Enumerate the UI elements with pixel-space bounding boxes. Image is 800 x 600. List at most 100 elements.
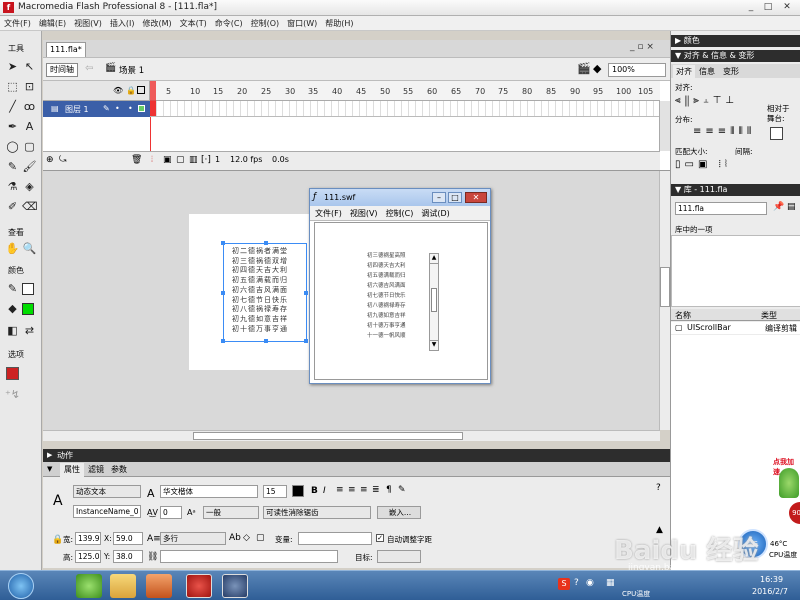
edit-format-icon[interactable]: ✎ xyxy=(398,485,406,495)
stroke-color-swatch[interactable] xyxy=(22,283,34,295)
font-size-input[interactable]: 15 xyxy=(263,485,287,498)
embed-button[interactable]: 嵌入... xyxy=(377,506,421,519)
menu-commands[interactable]: 命令(C) xyxy=(211,16,247,29)
layer-lock-dot[interactable]: • xyxy=(128,104,133,113)
fill-color-icon[interactable]: ◆ xyxy=(5,301,20,316)
close-button[interactable]: ✕ xyxy=(780,1,794,13)
lasso-tool-icon[interactable]: ꝏ xyxy=(22,99,37,114)
document-tab[interactable]: 111.fla* xyxy=(46,42,86,57)
target-select[interactable] xyxy=(377,550,421,563)
swf-menu-view[interactable]: 视图(V) xyxy=(345,209,381,218)
center-frame-icon[interactable]: ⦙ xyxy=(151,155,153,165)
timeline-vscroll[interactable] xyxy=(659,101,670,151)
line-type-select[interactable]: 多行 xyxy=(160,532,226,545)
italic-button[interactable]: I xyxy=(323,486,326,496)
font-family-select[interactable]: 华文楷体 xyxy=(160,485,258,498)
library-panel-header[interactable]: ▼ 库 - 111.fla xyxy=(671,184,800,196)
onion-outline-icon[interactable]: ▢ xyxy=(176,155,185,165)
bold-button[interactable]: B xyxy=(311,486,318,496)
swf-preview-window[interactable]: 111.swf ƒ – □ ✕ 文件(F) 视图(V) 控制(C) 调试(D) 初三德… xyxy=(309,188,491,384)
resize-handle[interactable] xyxy=(221,339,225,343)
explorer-taskbar-icon[interactable] xyxy=(110,574,136,598)
flash-taskbar-icon[interactable] xyxy=(186,574,212,598)
ink-bottle-icon[interactable]: ⚗ xyxy=(5,179,20,194)
color-panel-header[interactable]: ▶ 颜色 xyxy=(671,35,800,47)
frame-cells[interactable] xyxy=(150,101,660,117)
swf-menu-debug[interactable]: 调试(D) xyxy=(416,209,452,218)
paragraph-icon[interactable]: ¶ xyxy=(386,485,392,495)
eye-icon[interactable]: 👁 xyxy=(113,86,123,95)
render-html-icon[interactable]: ◇ xyxy=(243,533,250,543)
swap-colors-icon[interactable]: ⇄ xyxy=(22,323,37,338)
x-input[interactable]: 59.0 xyxy=(113,532,143,545)
anti-alias-select[interactable]: 可读性消除锯齿 xyxy=(263,506,371,519)
pencil-tool-icon[interactable]: ✎ xyxy=(5,159,20,174)
swf-title-bar[interactable]: 111.swf xyxy=(310,189,490,206)
menu-text[interactable]: 文本(T) xyxy=(176,16,211,29)
border-icon[interactable]: ▢ xyxy=(256,533,265,543)
tab-transform[interactable]: 变形 xyxy=(723,66,739,77)
rectangle-tool-icon[interactable]: ▢ xyxy=(22,139,37,154)
snap-option-icon[interactable] xyxy=(6,367,19,380)
minimize-button[interactable]: _ xyxy=(744,1,758,13)
eraser-tool-icon[interactable]: ⌫ xyxy=(22,199,38,214)
tray-usb-icon[interactable]: ▦ xyxy=(606,578,615,588)
resize-handle[interactable] xyxy=(264,241,268,245)
lock-icon[interactable]: 🔒 xyxy=(126,86,136,95)
help-icon[interactable]: ? xyxy=(656,483,661,493)
smooth-option-icon[interactable]: ⁺↯ xyxy=(5,387,20,402)
swf-menu-control[interactable]: 控制(C) xyxy=(381,209,417,218)
hand-tool-icon[interactable]: ✋ xyxy=(5,241,20,256)
width-input[interactable]: 139.9 xyxy=(75,532,101,545)
resize-handle[interactable] xyxy=(221,241,225,245)
timeline-toggle-button[interactable]: 时间轴 xyxy=(46,63,78,77)
scroll-down-arrow[interactable]: ▼ xyxy=(430,340,438,350)
modify-markers-icon[interactable]: [·] xyxy=(201,155,211,165)
tracking-input[interactable]: 0 xyxy=(160,506,182,519)
to-stage-button[interactable] xyxy=(770,127,783,140)
pen-tool-icon[interactable]: ✒ xyxy=(5,119,20,134)
tray-sogou-icon[interactable]: S xyxy=(558,578,570,590)
fill-transform-icon[interactable]: ⊡ xyxy=(22,79,37,94)
edit-symbol-icon[interactable]: ◆ xyxy=(593,62,601,75)
menu-modify[interactable]: 修改(M) xyxy=(138,16,175,29)
flash-player-taskbar-icon[interactable] xyxy=(222,574,248,598)
match-buttons-icon[interactable]: ▯▭▣ ⦙⦚ xyxy=(675,159,731,170)
selection-tool-icon[interactable]: ➤ xyxy=(5,59,20,74)
y-input[interactable]: 38.0 xyxy=(113,550,143,563)
stage-hscroll[interactable] xyxy=(43,430,660,441)
outline-icon[interactable] xyxy=(137,86,145,94)
scroll-up-arrow[interactable]: ▲ xyxy=(430,254,438,264)
auto-kern-checkbox[interactable]: ✓ xyxy=(376,534,384,542)
edit-multiple-frames-icon[interactable]: ▥ xyxy=(189,155,198,165)
zoom-select[interactable]: 100% xyxy=(608,63,666,77)
justify-icon[interactable]: ≣ xyxy=(372,485,380,495)
hscroll-thumb[interactable] xyxy=(193,432,463,440)
align-left-icon[interactable]: ≡ xyxy=(336,485,344,495)
tab-info[interactable]: 信息 xyxy=(699,66,715,77)
vscroll-thumb[interactable] xyxy=(660,267,670,307)
edit-scene-icon[interactable]: 🎬 xyxy=(577,62,591,75)
menu-insert[interactable]: 插入(I) xyxy=(106,16,139,29)
column-name[interactable]: 名称 xyxy=(675,310,691,321)
column-type[interactable]: 类型 xyxy=(761,310,777,321)
text-type-select[interactable]: 动态文本 xyxy=(73,485,141,498)
stage-vscroll[interactable] xyxy=(659,171,670,430)
distribute-buttons-icon[interactable]: ≡≡≡⦀⦀⦀ xyxy=(693,126,755,137)
stroke-color-icon[interactable]: ✎ xyxy=(5,281,20,296)
align-right-icon[interactable]: ≡ xyxy=(360,485,368,495)
zoom-tool-icon[interactable]: 🔍 xyxy=(22,241,37,256)
oval-tool-icon[interactable]: ◯ xyxy=(5,139,20,154)
tab-parameters[interactable]: 参数 xyxy=(111,464,127,475)
brush-tool-icon[interactable]: 🖌 xyxy=(22,159,37,174)
layer-name[interactable]: 图层 1 xyxy=(65,104,89,115)
doc-window-controls[interactable]: _ ▫ × xyxy=(630,42,654,52)
tab-properties[interactable]: 属性 xyxy=(60,463,84,477)
instance-name-input[interactable]: InstanceName_0 xyxy=(73,505,141,518)
free-transform-icon[interactable]: ⬚ xyxy=(5,79,20,94)
black-white-icon[interactable]: ◧ xyxy=(5,323,20,338)
layer-row[interactable]: ▤ 图层 1 ✎ • • xyxy=(43,101,150,117)
menu-edit[interactable]: 编辑(E) xyxy=(35,16,70,29)
swf-maximize-button[interactable]: □ xyxy=(448,192,462,203)
library-row[interactable]: ▢ UIScrollBar 编译剪辑 xyxy=(671,322,800,334)
